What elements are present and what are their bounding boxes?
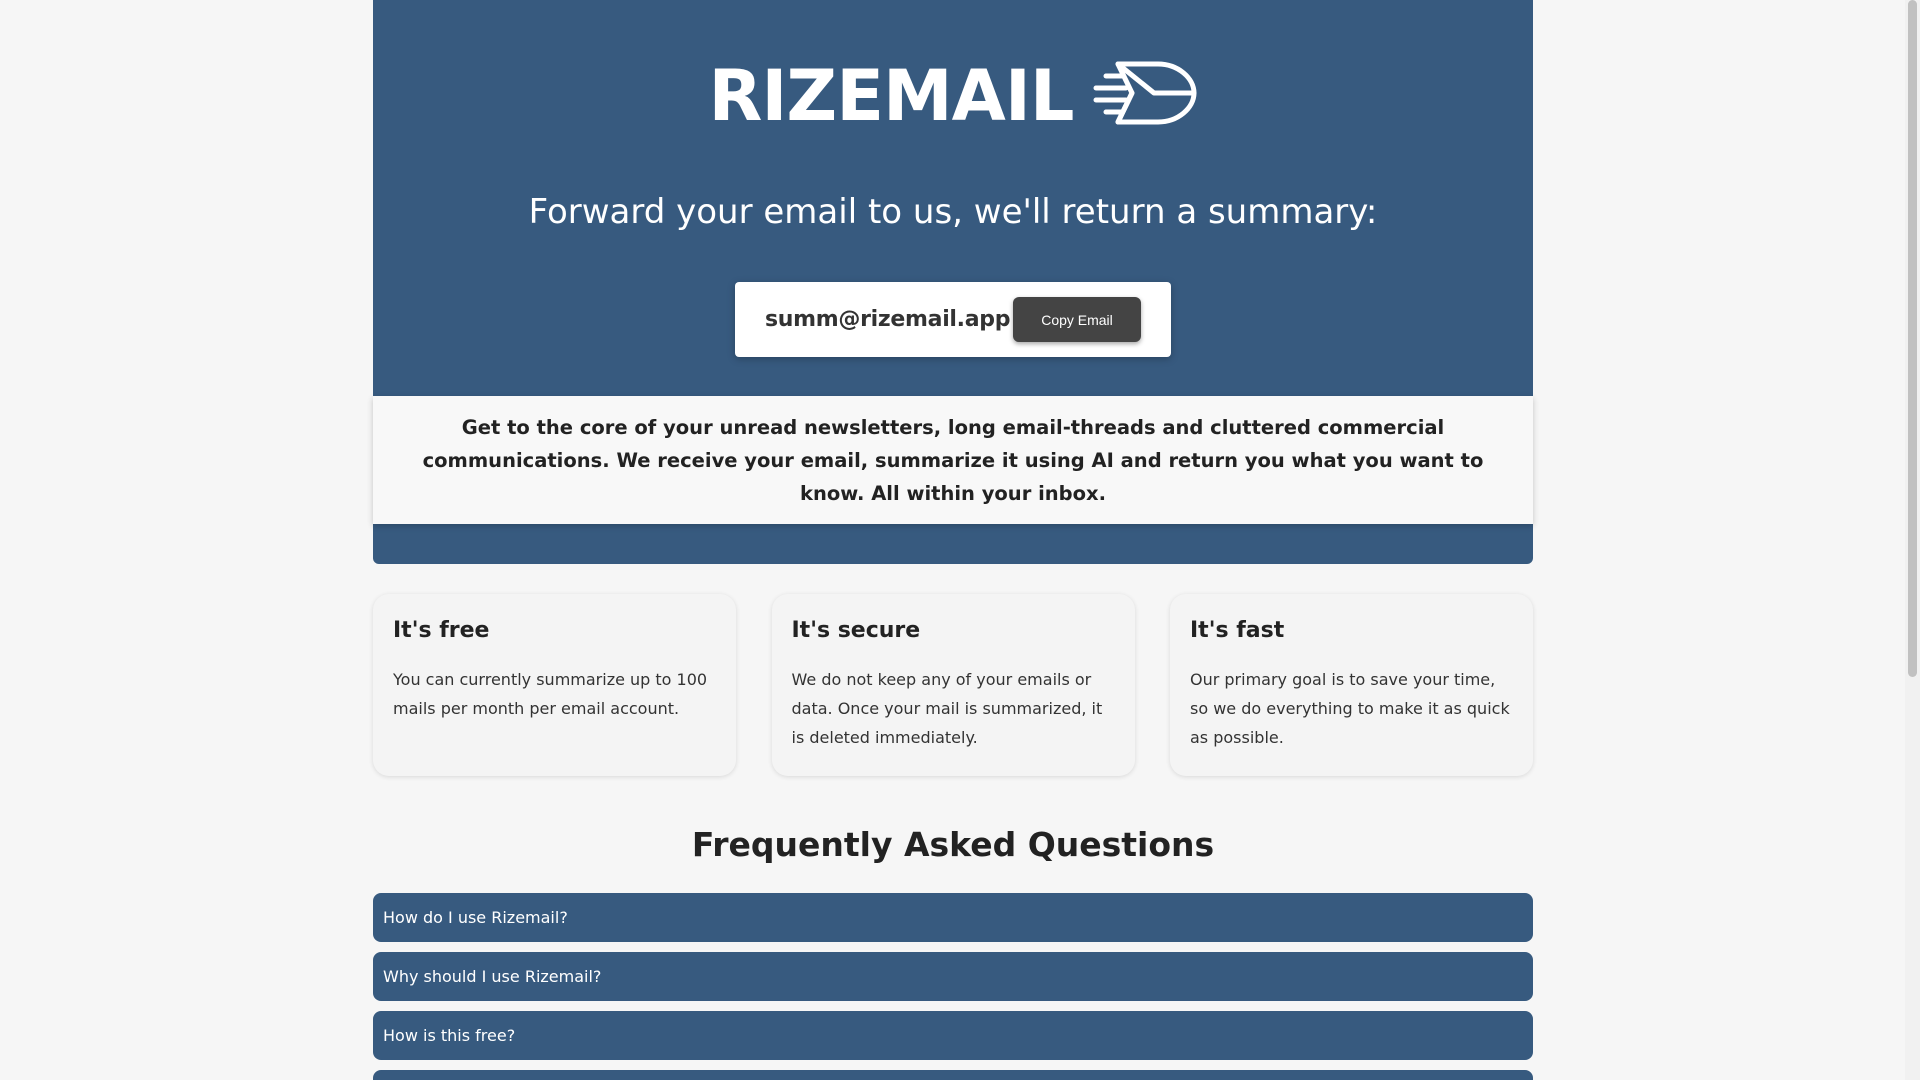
feature-text: You can currently summarize up to 100 ma…	[393, 670, 708, 718]
page-container: RIZEMAIL Forward your email to us, we'll…	[373, 0, 1533, 1080]
features-section: It's free You can currently summarize up…	[373, 594, 1533, 776]
faq-question: How do I use Rizemail?	[383, 908, 568, 927]
faq-list: How do I use Rizemail? Why should I use …	[373, 893, 1533, 1080]
vertical-scrollbar[interactable]	[1905, 0, 1920, 1080]
faq-title: Frequently Asked Questions	[691, 825, 1215, 864]
faq-question: How is this free?	[383, 1026, 516, 1045]
feature-title: It's fast	[1190, 618, 1285, 643]
feature-card-fast: It's fast Our primary goal is to save yo…	[1170, 594, 1533, 776]
feature-title: It's free	[393, 618, 490, 643]
feature-title: It's secure	[791, 618, 921, 643]
faq-question: Why should I use Rizemail?	[383, 967, 602, 986]
logo: RIZEMAIL	[373, 60, 1533, 131]
copy-email-button[interactable]: Copy Email	[1013, 297, 1141, 342]
feature-text: We do not keep any of your emails or dat…	[791, 670, 1103, 747]
faq-item-partial[interactable]	[373, 1070, 1533, 1080]
flying-envelope-icon	[1092, 60, 1198, 131]
logo-text: RIZEMAIL	[708, 54, 1074, 137]
description-text: Get to the core of your unread newslette…	[422, 415, 1484, 505]
scrollbar-thumb[interactable]	[1908, 0, 1917, 677]
email-box: summ@rizemail.app Copy Email	[735, 282, 1171, 357]
faq-item-how-to-use[interactable]: How do I use Rizemail?	[373, 893, 1533, 942]
faq-item-why-use[interactable]: Why should I use Rizemail?	[373, 952, 1533, 1001]
feature-card-secure: It's secure We do not keep any of your e…	[771, 594, 1135, 776]
email-address: summ@rizemail.app	[765, 307, 1011, 332]
hero-section: RIZEMAIL Forward your email to us, we'll…	[373, 0, 1533, 564]
hero-tagline: Forward your email to us, we'll return a…	[528, 192, 1378, 232]
feature-text: Our primary goal is to save your time, s…	[1190, 670, 1510, 747]
feature-card-free: It's free You can currently summarize up…	[373, 594, 736, 776]
faq-item-how-free[interactable]: How is this free?	[373, 1011, 1533, 1060]
description-panel: Get to the core of your unread newslette…	[373, 396, 1533, 524]
